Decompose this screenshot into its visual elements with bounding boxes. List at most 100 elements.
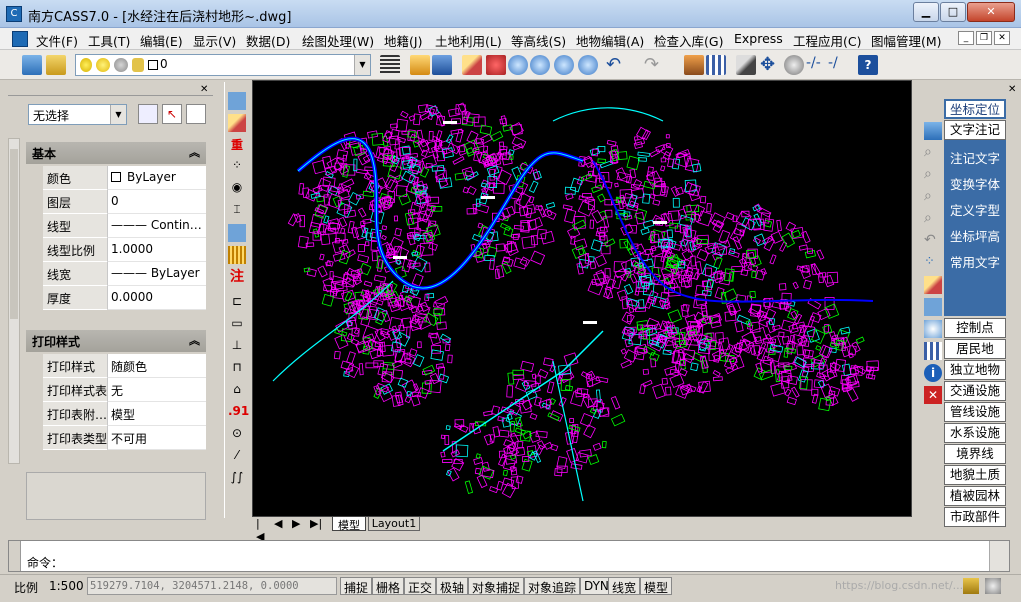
common-text-item[interactable]: 常用文字 (944, 252, 1006, 271)
find-entity-icon[interactable] (228, 92, 246, 110)
close-button[interactable]: ✕ (967, 2, 1015, 22)
water-system-button[interactable]: 水系设施 (944, 423, 1006, 443)
grid-icon[interactable] (706, 55, 726, 75)
house-icon[interactable]: ⌂ (228, 382, 246, 400)
save-icon[interactable] (432, 55, 452, 75)
menu-engineering[interactable]: 工程应用(C) (793, 31, 861, 50)
tab-model[interactable]: 模型 (332, 517, 366, 532)
pipeline-facility-button[interactable]: 管线设施 (944, 402, 1006, 422)
menu-feature-edit[interactable]: 地物编辑(A) (576, 31, 644, 50)
menu-sheet[interactable]: 图幅管理(M) (871, 31, 942, 50)
ruler-icon[interactable] (228, 246, 246, 264)
snap-settings-icon[interactable] (784, 55, 804, 75)
toggle-lineweight[interactable]: 线宽 (608, 577, 641, 595)
points-icon[interactable]: ⁘ (924, 254, 942, 272)
line-icon[interactable]: ⁄ (228, 448, 246, 466)
menu-cadastre[interactable]: 地籍(J) (384, 31, 422, 50)
prop-value-linetype[interactable]: ——— Contin… (107, 214, 206, 238)
toggle-polar[interactable]: 极轴 (436, 577, 469, 595)
quick-select-icon[interactable] (186, 104, 206, 124)
change-font-item[interactable]: 变换字体 (944, 174, 1006, 193)
extend-line-icon[interactable]: -/ (828, 55, 838, 71)
scrollbar-thumb[interactable] (10, 149, 18, 319)
doc-restore-button[interactable]: ❐ (976, 31, 992, 45)
zoom-realtime-icon[interactable] (508, 55, 528, 75)
doc-minimize-button[interactable]: _ (958, 31, 974, 45)
tab-last-icon[interactable]: ▶| (310, 517, 324, 531)
prop-value-color[interactable]: ByLayer (107, 166, 206, 190)
menu-express[interactable]: Express (734, 31, 783, 46)
coordinate-locate-button[interactable]: 坐标定位 (944, 99, 1006, 119)
offset-line-icon[interactable]: -/- (806, 55, 821, 71)
zoom-prev-icon[interactable]: ↶ (924, 232, 942, 250)
menu-tools[interactable]: 工具(T) (88, 31, 130, 50)
prop-value-lineweight[interactable]: ——— ByLayer (107, 262, 206, 286)
annotation-text-item[interactable]: 注记文字 (944, 148, 1006, 167)
pencil-icon[interactable] (462, 55, 482, 75)
drawing-canvas[interactable] (252, 80, 912, 517)
landform-soil-button[interactable]: 地貌土质 (944, 465, 1006, 485)
open-file-icon[interactable] (410, 55, 430, 75)
draw-pen-icon[interactable] (924, 276, 942, 294)
toggle-grid[interactable]: 栅格 (372, 577, 405, 595)
toggle-osnap[interactable]: 对象捕捉 (468, 577, 525, 595)
prop-value-plot-style[interactable]: 随颜色 (107, 354, 206, 378)
layer-states-icon[interactable] (46, 55, 66, 75)
layer-manager-icon[interactable] (22, 55, 42, 75)
annotate-icon[interactable]: 注 (228, 266, 246, 285)
properties-icon[interactable] (684, 55, 704, 75)
menu-contour[interactable]: 等高线(S) (511, 31, 566, 50)
zoom-window-icon[interactable] (530, 55, 550, 75)
zoom-icon[interactable]: ⌕ (924, 144, 942, 162)
command-window[interactable]: 命令： (8, 540, 1010, 572)
scale-value[interactable]: 1:500 (49, 579, 84, 593)
layer-dropdown[interactable]: 0 ▼ (75, 54, 371, 76)
delete-icon[interactable]: ✕ (924, 386, 942, 404)
zoom-in-icon[interactable]: ⌕ (924, 188, 942, 206)
query-icon[interactable] (228, 224, 246, 242)
toggle-otrack[interactable]: 对象追踪 (524, 577, 581, 595)
define-style-item[interactable]: 定义字型 (944, 200, 1006, 219)
properties-panel-grip[interactable] (8, 84, 213, 96)
help-icon[interactable]: ? (858, 55, 878, 75)
table-icon[interactable] (924, 342, 942, 360)
menu-view[interactable]: 显示(V) (193, 31, 236, 50)
tab-layout1[interactable]: Layout1 (368, 517, 420, 531)
toggle-pickadd-icon[interactable] (138, 104, 158, 124)
pan-icon[interactable]: ✥ (760, 54, 775, 75)
erase-icon[interactable] (486, 55, 506, 75)
circle-icon[interactable]: ⊙ (228, 426, 246, 444)
rectangle-icon[interactable]: ▭ (228, 316, 246, 334)
select-objects-icon[interactable]: ↖ (162, 104, 182, 124)
toggle-ortho[interactable]: 正交 (404, 577, 437, 595)
measure-icon[interactable] (736, 55, 756, 75)
properties-close-icon[interactable]: ✕ (200, 84, 208, 95)
zoom-previous-icon[interactable] (578, 55, 598, 75)
elevation-point-icon[interactable]: .91 (228, 404, 249, 422)
document-icon[interactable] (12, 31, 28, 47)
prop-value-layer[interactable]: 0 (107, 190, 206, 214)
section-basic[interactable]: 基本 ︽ (26, 142, 206, 164)
chevron-down-icon[interactable]: ▼ (110, 105, 126, 124)
prop-value-plot-table[interactable]: 无 (107, 378, 206, 402)
menu-data[interactable]: 数据(D) (246, 31, 290, 50)
menu-land-use[interactable]: 土地利用(L) (435, 31, 502, 50)
section-print-style[interactable]: 打印样式 ︽ (26, 330, 206, 352)
edit-entity-icon[interactable] (228, 114, 246, 132)
pan-view-icon[interactable]: ⌕ (924, 166, 942, 184)
prop-value-plot-attached[interactable]: 模型 (107, 402, 206, 426)
control-point-button[interactable]: 控制点 (944, 318, 1006, 338)
command-grip[interactable] (9, 541, 21, 571)
tray-settings-icon[interactable] (985, 578, 1001, 594)
right-panel-close-icon[interactable]: ✕ (1008, 84, 1016, 95)
properties-scrollbar[interactable] (8, 138, 20, 464)
maximize-button[interactable]: □ (940, 2, 966, 22)
chevron-up-icon[interactable]: ︽ (189, 144, 200, 160)
query-point-icon[interactable] (924, 320, 942, 338)
menu-edit[interactable]: 编辑(E) (140, 31, 183, 50)
undo-icon[interactable]: ↶ (606, 54, 621, 75)
stairs-icon[interactable]: ⊓ (228, 360, 246, 378)
zoom-out-icon[interactable]: ⌕ (924, 210, 942, 228)
coordinate-elevation-item[interactable]: 坐标坪高 (944, 226, 1006, 245)
layers-icon[interactable] (924, 122, 942, 140)
